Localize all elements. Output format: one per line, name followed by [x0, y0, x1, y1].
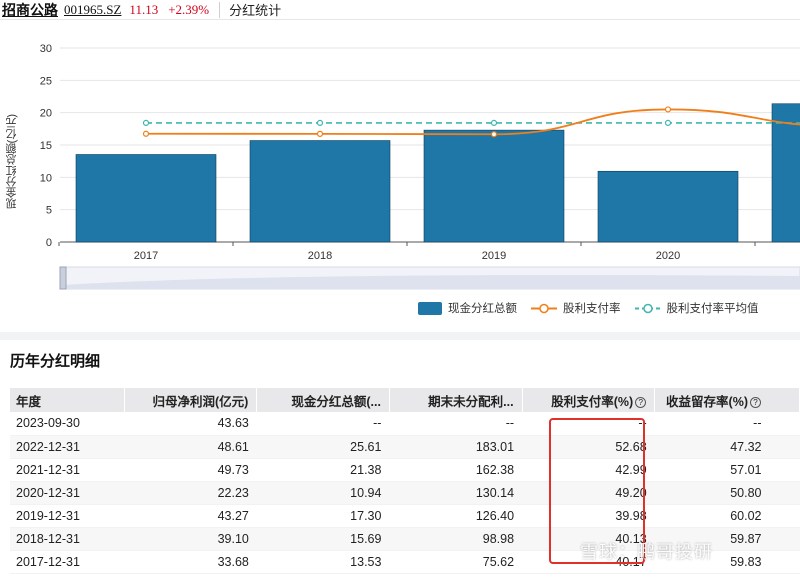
- legend-bar-swatch: [418, 301, 442, 315]
- point-average: [142, 119, 150, 127]
- table-cell: 52.68: [522, 435, 655, 459]
- col-header-payout-ratio[interactable]: 股利支付率(%)?: [522, 388, 656, 412]
- col-header-net-profit[interactable]: 归母净利润(亿元): [124, 388, 258, 412]
- table-cell: --: [256, 412, 390, 436]
- point-payout: [142, 130, 150, 137]
- legend-label-cash-dividend: 现金分红总额: [448, 303, 517, 315]
- legend-item-cash-dividend[interactable]: 现金分红总额: [418, 300, 517, 316]
- col-header-retention-ratio[interactable]: 收益留存率(%)?: [654, 388, 800, 412]
- col-header-undistributed-profit[interactable]: 期末未分配利...: [389, 388, 523, 412]
- legend-item-payout-average[interactable]: 股利支付率平均值: [634, 300, 759, 316]
- table-cell: 49.20: [522, 481, 655, 505]
- table-cell: 57.01: [654, 458, 800, 482]
- section-divider: [0, 332, 800, 340]
- table-row[interactable]: 2021-12-31 49.73 21.38 162.38 42.99 57.01: [10, 458, 800, 482]
- table-cell: 2017-12-31: [10, 550, 125, 574]
- table-cell: 15.69: [256, 527, 390, 551]
- legend-label-payout-average: 股利支付率平均值: [666, 303, 759, 315]
- table-row[interactable]: 2022-12-31 48.61 25.61 183.01 52.68 47.32: [10, 435, 800, 459]
- table-cell: --: [522, 412, 655, 436]
- help-icon[interactable]: ?: [635, 396, 647, 408]
- y-tick-label: 0: [46, 237, 52, 249]
- stock-change: +2.39%: [168, 1, 210, 17]
- table-title: 历年分红明细: [10, 353, 101, 370]
- col-header-cash-dividend[interactable]: 现金分红总额(...: [256, 388, 390, 412]
- x-tick-label: 2018: [308, 250, 332, 262]
- table-cell: --: [389, 412, 523, 436]
- table-cell: 2022-12-31: [10, 435, 125, 459]
- table-cell: 33.68: [124, 550, 257, 574]
- table-cell: 13.53: [256, 550, 390, 574]
- point-average: [316, 119, 324, 127]
- table-cell: 17.30: [256, 504, 390, 528]
- table-cell: 75.62: [389, 550, 523, 574]
- x-tick-label: 2020: [656, 250, 680, 262]
- x-tick-label: 2017: [134, 250, 158, 262]
- table-cell: 50.80: [654, 481, 800, 505]
- help-icon[interactable]: ?: [750, 396, 761, 408]
- table-cell: 60.02: [654, 504, 800, 528]
- table-cell: 21.38: [256, 458, 390, 482]
- table-row[interactable]: 2020-12-31 22.23 10.94 130.14 49.20 50.80: [10, 481, 800, 505]
- table-cell: 130.14: [389, 481, 523, 505]
- section-title: 分红统计: [229, 3, 282, 18]
- stock-price: 11.13: [129, 1, 159, 17]
- table-row[interactable]: 2023-09-30 43.63 -- -- -- --: [10, 412, 800, 436]
- table-cell: 2023-09-30: [10, 412, 125, 436]
- table-cell: 39.98: [522, 504, 655, 528]
- y-tick-label: 20: [40, 108, 52, 120]
- y-tick-label: 15: [40, 140, 52, 152]
- dividend-chart-svg: 05101520253020172018201920202021: [40, 43, 800, 290]
- legend-line-swatch-average: [634, 303, 661, 313]
- table-cell: --: [654, 412, 800, 436]
- table-cell: 126.40: [389, 504, 523, 528]
- stock-header: 招商公路 001965.SZ 11.13 +2.39% 分红统计: [0, 0, 800, 20]
- chart-legend: 现金分红总额 股利支付率 股利支付率平均值: [418, 300, 773, 316]
- stock-name-link[interactable]: 招商公路: [0, 0, 58, 20]
- table-cell: 2018-12-31: [10, 527, 125, 551]
- table-cell: 49.73: [124, 458, 257, 482]
- table-row[interactable]: 2019-12-31 43.27 17.30 126.40 39.98 60.02: [10, 504, 800, 528]
- table-cell: 43.27: [124, 504, 257, 528]
- point-average: [490, 119, 498, 127]
- header-divider: [219, 1, 221, 18]
- point-average: [664, 119, 672, 127]
- point-payout: [490, 131, 498, 138]
- watermark: 雪球：鹏哥投研: [580, 542, 713, 562]
- bar-2017[interactable]: [75, 154, 217, 243]
- legend-line-swatch-payout: [531, 303, 557, 313]
- x-tick-label: 2019: [482, 250, 506, 262]
- table-cell: 39.10: [124, 527, 257, 551]
- table-cell: 183.01: [389, 435, 523, 459]
- table-cell: 48.61: [124, 435, 257, 459]
- bar-2020[interactable]: [597, 170, 739, 243]
- legend-item-payout-ratio[interactable]: 股利支付率: [531, 300, 621, 316]
- table-cell: 47.32: [654, 435, 800, 459]
- point-payout: [664, 106, 672, 113]
- y-tick-label: 25: [40, 75, 52, 87]
- table-cell: 2019-12-31: [10, 504, 125, 528]
- table-cell: 43.63: [124, 412, 257, 436]
- col-header-year[interactable]: 年度: [10, 388, 125, 412]
- y-tick-label: 10: [40, 172, 52, 184]
- table-header-row: 年度 归母净利润(亿元) 现金分红总额(... 期末未分配利... 股利支付率(…: [10, 388, 800, 412]
- dividend-chart: 现金分红总额(亿元) 05101520253020172018201920202…: [0, 22, 800, 322]
- y-tick-label: 5: [46, 205, 52, 217]
- table-cell: 2021-12-31: [10, 458, 125, 482]
- stock-code-link[interactable]: 001965.SZ: [64, 2, 121, 18]
- table-cell: 98.98: [389, 527, 523, 551]
- legend-label-payout-ratio: 股利支付率: [563, 303, 621, 315]
- bar-2018[interactable]: [249, 140, 391, 243]
- table-cell: 10.94: [256, 481, 390, 505]
- y-tick-label: 30: [40, 43, 52, 55]
- table-cell: 25.61: [256, 435, 390, 459]
- point-payout: [316, 130, 324, 137]
- table-cell: 42.99: [522, 458, 655, 482]
- bar-2019[interactable]: [423, 129, 565, 243]
- table-cell: 162.38: [389, 458, 523, 482]
- table-cell: 22.23: [124, 481, 257, 505]
- table-cell: 2020-12-31: [10, 481, 125, 505]
- zoom-slider-handle[interactable]: [59, 266, 67, 290]
